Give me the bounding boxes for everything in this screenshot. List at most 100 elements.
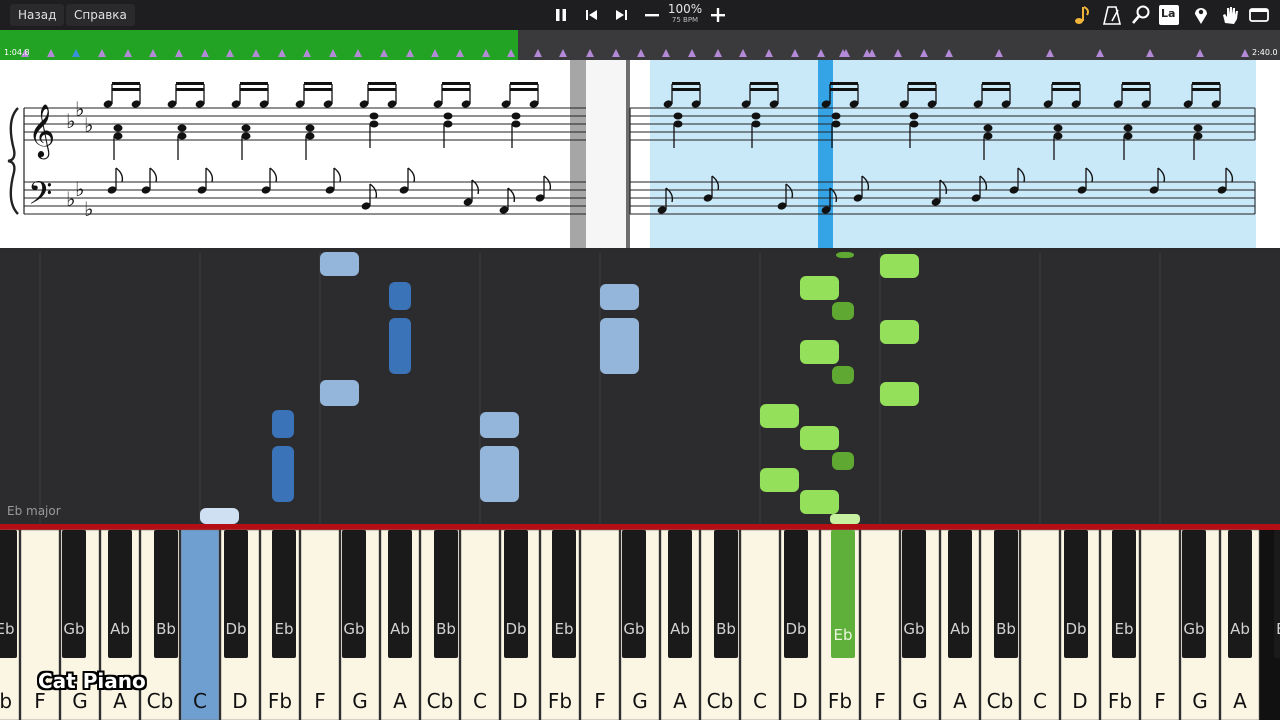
note-beam [830, 82, 858, 85]
note-head [1123, 132, 1133, 140]
white-key-label: G [912, 689, 928, 713]
zoom-out-button[interactable] [642, 5, 662, 25]
white-key-label: Fb [828, 689, 852, 713]
black-key [552, 530, 576, 658]
timeline-marker [791, 49, 799, 57]
location-pin-icon[interactable] [1190, 4, 1212, 26]
hand-icon[interactable] [1219, 4, 1241, 26]
note-beam [1052, 82, 1080, 85]
black-key [154, 530, 178, 658]
key-hit-glow [830, 514, 860, 524]
back-button[interactable]: Назад [10, 4, 65, 26]
note-beam [112, 88, 140, 91]
timeline-marker [431, 49, 439, 57]
falling-note [836, 252, 854, 258]
bass-clef: 𝄢 [28, 175, 52, 219]
timeline-marker [303, 49, 311, 57]
white-key-label: Cb [987, 689, 1014, 713]
falling-note [880, 254, 919, 278]
white-key-label: C [753, 689, 767, 713]
timeline-marker [894, 49, 902, 57]
piano-keyboard[interactable]: FbFGACbCDFbFGACbCDFbFGACbCDFbFGACbCDFbFG… [0, 524, 1280, 720]
note-label-icon[interactable]: La [1159, 5, 1179, 25]
black-key [622, 530, 646, 658]
black-key [1274, 530, 1280, 658]
falling-note [272, 446, 294, 502]
white-key-label: Fb [548, 689, 572, 713]
note-label-text: La [1161, 7, 1176, 20]
metronome-icon[interactable] [1101, 4, 1123, 26]
falling-note [880, 382, 919, 406]
white-key-label: D [792, 689, 807, 713]
timeline-marker [380, 49, 388, 57]
black-key [342, 530, 366, 658]
pause-button[interactable] [551, 5, 571, 25]
key-signature-label: Eb major [7, 504, 61, 518]
total-time: 2:40.0 [1252, 48, 1278, 57]
note-beam [176, 88, 204, 91]
timeline-marker [739, 49, 747, 57]
white-key-label: Cb [707, 689, 734, 713]
timeline-marker [354, 49, 362, 57]
skip-forward-button[interactable] [611, 5, 631, 25]
black-key-label: Gb [903, 620, 924, 638]
magnifier-icon[interactable] [1130, 4, 1152, 26]
black-key-label: Bb [996, 620, 1016, 638]
timeline-marker [688, 49, 696, 57]
zoom-in-button[interactable] [708, 5, 728, 25]
black-key-label: Bb [716, 620, 736, 638]
black-key [1112, 530, 1136, 658]
piano-keys[interactable]: FbFGACbCDFbFGACbCDFbFGACbCDFbFGACbCDFbFG… [0, 524, 1280, 720]
black-key-label: Eb [0, 620, 15, 638]
treble-clef: 𝄞 [28, 103, 55, 159]
window-icon[interactable] [1248, 4, 1270, 26]
note-beam [908, 88, 936, 91]
timeline-marker [482, 49, 490, 57]
white-key-label: C [473, 689, 487, 713]
timeline-markers [21, 49, 1249, 57]
note-head [369, 112, 379, 120]
falling-notes [39, 252, 1161, 524]
white-key-label: Fb [268, 689, 292, 713]
skip-back-icon [586, 10, 597, 20]
skip-back-button[interactable] [582, 5, 602, 25]
note-head [1193, 124, 1203, 132]
black-key [108, 530, 132, 658]
black-key [224, 530, 248, 658]
help-button[interactable]: Справка [66, 4, 135, 26]
black-key-label: Db [505, 620, 526, 638]
falling-note [800, 490, 839, 514]
black-key-label: Bb [156, 620, 176, 638]
falling-note [832, 302, 854, 320]
black-key [1182, 530, 1206, 658]
plus-icon [711, 8, 725, 22]
note-beam [304, 82, 332, 85]
white-key-label: G [352, 689, 368, 713]
note-icon[interactable] [1071, 4, 1093, 26]
white-key-label: A [1233, 689, 1247, 713]
white-key-label: Cb [147, 689, 174, 713]
white-key-label: Fb [0, 689, 12, 713]
note-beam [908, 82, 936, 85]
note-beam [112, 82, 140, 85]
timeline-marker [534, 49, 542, 57]
note-head [177, 124, 187, 132]
timeline-marker [1196, 49, 1204, 57]
black-key-label: Gb [343, 620, 364, 638]
note-head [751, 120, 761, 128]
falling-note [389, 282, 411, 310]
skip-forward-icon [616, 10, 627, 20]
black-key-label: Ab [110, 620, 130, 638]
note-head [909, 120, 919, 128]
note-head [511, 120, 521, 128]
note-beam [982, 82, 1010, 85]
note-beam [240, 88, 268, 91]
falling-note [320, 252, 359, 276]
falling-notes-area [0, 252, 1280, 524]
falling-note [600, 318, 639, 374]
timeline-marker [507, 49, 515, 57]
timeline-scrubber[interactable]: 1:04.8 2:40.0 [0, 30, 1280, 60]
white-key-label: C [1033, 689, 1047, 713]
minus-icon [645, 14, 659, 17]
note-head [113, 124, 123, 132]
